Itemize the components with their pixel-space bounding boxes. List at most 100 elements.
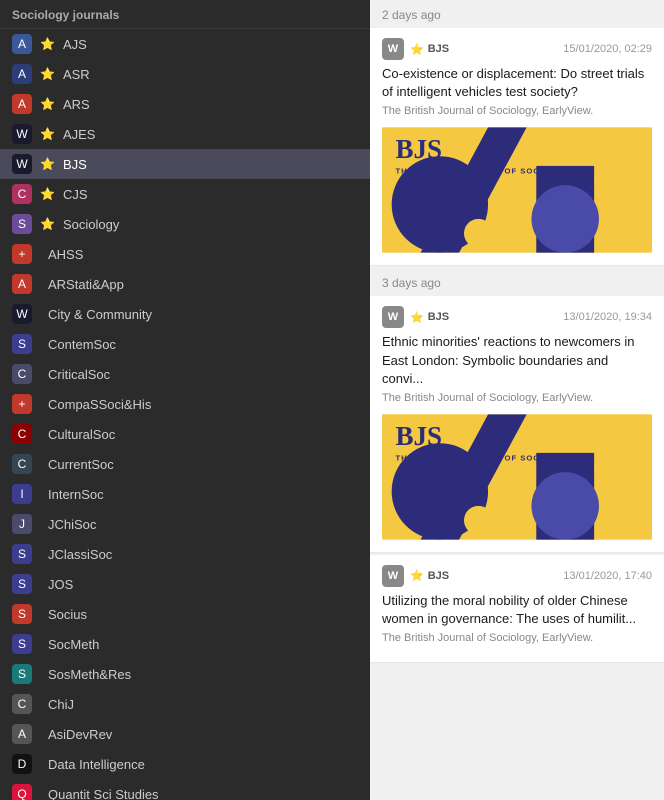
article-star-art1: ⭐ [410,43,424,56]
article-star-art2: ⭐ [410,311,424,324]
sidebar-icon-jos: S [12,574,32,594]
article-meta-art1: W ⭐ BJS 15/01/2020, 02:29 [382,38,652,60]
sidebar-label-arstatiapp: ARStati&App [48,277,358,292]
sidebar-label-criticalsoc: CriticalSoc [48,367,358,382]
sidebar-icon-culturalsoc: C [12,424,32,444]
sidebar-item-bjs[interactable]: W ⭐ BJS [0,149,370,179]
sidebar-label-jchisoc: JChiSoc [48,517,358,532]
sidebar-icon-quantitsci: Q [12,784,32,800]
sidebar-item-currentsoc[interactable]: CCurrentSoc [0,449,370,479]
sidebar-icon-citycomm: W [12,304,32,324]
sidebar-header: Sociology journals [0,0,370,29]
svg-text:THE BRITISH JOURNAL OF SOCIOLO: THE BRITISH JOURNAL OF SOCIOLOGY [396,454,576,463]
sidebar-icon-asidevrev: A [12,724,32,744]
sidebar-label-ahss: AHSS [48,247,358,262]
article-card-art2[interactable]: W ⭐ BJS 13/01/2020, 19:34 Ethnic minorities'… [370,296,664,553]
article-avatar-art3: W [382,565,404,587]
article-title-art3: Utilizing the moral nobility of older Ch… [382,592,652,628]
sidebar-item-sosmethres[interactable]: S SosMeth&Res [0,659,370,689]
sidebar-icon-sosmethres: S [12,664,32,684]
sidebar-label-citycomm: City & Community [48,307,358,322]
sidebar-item-contemsoc[interactable]: S ContemSoc [0,329,370,359]
sidebar-item-chij[interactable]: CChiJ [0,689,370,719]
sidebar-item-asr[interactable]: A ⭐ ASR [0,59,370,89]
article-title-art2: Ethnic minorities' reactions to newcomer… [382,333,652,388]
sidebar-item-arstatiapp[interactable]: A ARStati&App [0,269,370,299]
article-journal-art3: The British Journal of Sociology, EarlyV… [382,632,652,644]
sidebar-item-ajes[interactable]: W⭐AJES [0,119,370,149]
sidebar-label-contemsoc: ContemSoc [48,337,358,352]
sidebar-icon-arstatiapp: A [12,274,32,294]
sidebar-item-jclassisoc[interactable]: S JClassiSoc [0,539,370,569]
sidebar-icon-sociology: S [12,214,32,234]
article-card-art1[interactable]: W ⭐ BJS 15/01/2020, 02:29 Co-existence or di… [370,28,664,266]
sidebar-item-sociology[interactable]: S⭐Sociology [0,209,370,239]
article-avatar-art1: W [382,38,404,60]
sidebar-item-asidevrev[interactable]: AAsiDevRev [0,719,370,749]
article-star-art3: ⭐ [410,569,424,582]
sidebar-item-dataint[interactable]: DData Intelligence [0,749,370,779]
article-title-art1: Co-existence or displacement: Do street … [382,65,652,101]
sidebar-icon-ajes: W [12,124,32,144]
sidebar-item-quantitsci[interactable]: Q Quantit Sci Studies [0,779,370,800]
sidebar-label-culturalsoc: CulturalSoc [48,427,358,442]
sidebar-icon-bjs: W [12,154,32,174]
sidebar-icon-cjs: C [12,184,32,204]
sidebar-item-ars[interactable]: A⭐ARS [0,89,370,119]
main-content: 2 days agoW⭐BJS15/01/2020, 02:29Co-exist… [370,0,664,800]
sidebar-item-compassochi[interactable]: +CompaSSoci&His [0,389,370,419]
sidebar-icon-internsoc: I [12,484,32,504]
sidebar-label-asr: ASR [63,67,358,82]
sidebar-icon-asr: A [12,64,32,84]
sidebar-item-jos[interactable]: S JOS [0,569,370,599]
article-meta-art3: W⭐BJS13/01/2020, 17:40 [382,565,652,587]
sidebar-label-bjs: BJS [63,157,358,172]
sidebar-icon-currentsoc: C [12,454,32,474]
svg-text:THE BRITISH JOURNAL OF SOCIOLO: THE BRITISH JOURNAL OF SOCIOLOGY [396,167,576,176]
article-time-art2: 13/01/2020, 19:34 [563,311,652,323]
sidebar-label-socmeth: SocMeth [48,637,358,652]
sidebar-label-sosmethres: SosMeth&Res [48,667,358,682]
sidebar-icon-chij: C [12,694,32,714]
article-card-art3[interactable]: W⭐BJS13/01/2020, 17:40Utilizing the mora… [370,555,664,663]
sidebar-icon-jchisoc: J [12,514,32,534]
article-source-name-art1: BJS [428,43,449,55]
sidebar: Sociology journals A⭐AJSA⭐ASRA⭐ARSW⭐AJES… [0,0,370,800]
sidebar-label-quantitsci: Quantit Sci Studies [48,787,358,800]
sidebar-label-ajs: AJS [63,37,358,52]
sidebar-star-asr: ⭐ [40,67,55,81]
sidebar-icon-ars: A [12,94,32,114]
sidebar-item-internsoc[interactable]: I InternSoc [0,479,370,509]
sidebar-item-socmeth[interactable]: SSocMeth [0,629,370,659]
sidebar-star-bjs: ⭐ [40,157,55,171]
sidebar-label-jos: JOS [48,577,358,592]
sidebar-item-ahss[interactable]: +AHSS [0,239,370,269]
sidebar-icon-dataint: D [12,754,32,774]
sidebar-star-cjs: ⭐ [40,187,55,201]
sidebar-item-culturalsoc[interactable]: C CulturalSoc [0,419,370,449]
sidebar-item-jchisoc[interactable]: J JChiSoc [0,509,370,539]
sidebar-item-cjs[interactable]: C⭐CJS [0,179,370,209]
article-time-art3: 13/01/2020, 17:40 [563,570,652,582]
sidebar-icon-contemsoc: S [12,334,32,354]
article-source-art1: ⭐ BJS [410,43,557,56]
sidebar-item-ajs[interactable]: A⭐AJS [0,29,370,59]
sidebar-icon-criticalsoc: C [12,364,32,384]
bjs-banner-image: BJSTHE BRITISH JOURNAL OF SOCIOLOGY [382,125,652,255]
article-avatar-art2: W [382,306,404,328]
sidebar-label-internsoc: InternSoc [48,487,358,502]
sidebar-icon-ajs: A [12,34,32,54]
article-journal-art1: The British Journal of Sociology, EarlyV… [382,105,652,117]
sidebar-icon-jclassisoc: S [12,544,32,564]
sidebar-label-jclassisoc: JClassiSoc [48,547,358,562]
sidebar-item-citycomm[interactable]: W City & Community [0,299,370,329]
sidebar-list[interactable]: A⭐AJSA⭐ASRA⭐ARSW⭐AJESW⭐BJSC⭐CJSS⭐Sociolo… [0,29,370,800]
sidebar-label-socius: Socius [48,607,358,622]
sidebar-item-criticalsoc[interactable]: C CriticalSoc [0,359,370,389]
article-image-art1: BJSTHE BRITISH JOURNAL OF SOCIOLOGY [382,125,652,255]
sidebar-item-socius[interactable]: SSocius [0,599,370,629]
sidebar-star-ajes: ⭐ [40,127,55,141]
sidebar-star-ars: ⭐ [40,97,55,111]
article-source-name-art2: BJS [428,311,449,323]
article-time-art1: 15/01/2020, 02:29 [563,43,652,55]
